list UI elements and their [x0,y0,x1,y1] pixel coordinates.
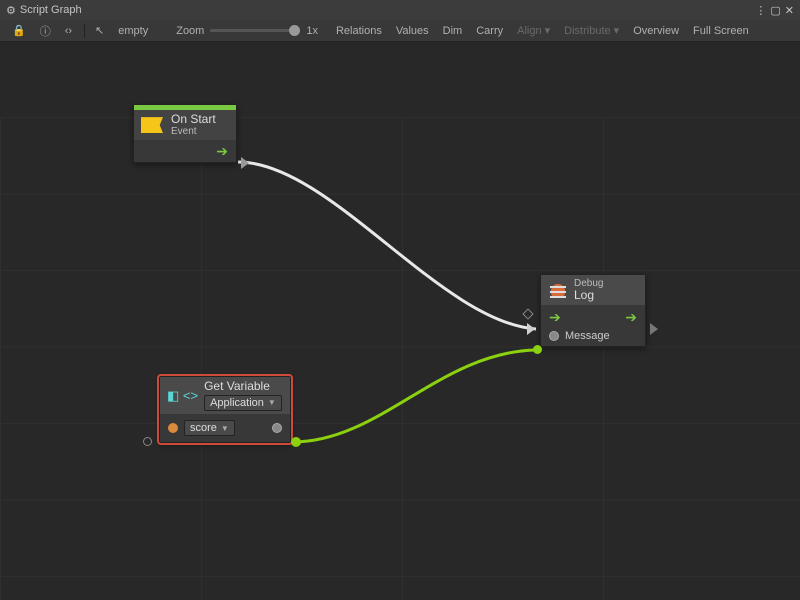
node-get-variable[interactable]: ◧ <> Get Variable Application▼ score▼ [159,376,291,443]
node-debug-log[interactable]: Debug Log ➔ ➔ Message [540,274,646,347]
breadcrumb-label[interactable]: empty [112,23,154,39]
align-dropdown[interactable]: Align ▾ [511,22,556,39]
flow-out-port[interactable]: ➔ [625,309,637,326]
flag-icon [141,117,163,133]
data-input-port-connected[interactable] [533,345,542,354]
node-on-start[interactable]: On Start Event ➔ [133,104,237,163]
value-output-port[interactable] [272,423,282,433]
canvas-grid [0,117,800,600]
close-icon[interactable]: ✕ [785,4,794,17]
zoom-slider[interactable] [210,29,300,32]
carry-button[interactable]: Carry [470,23,509,39]
maximize-icon[interactable]: ▢ [770,4,780,17]
message-label: Message [565,330,610,342]
info-icon[interactable]: ⓘ [34,21,57,41]
value-output-port-connected[interactable] [291,437,301,447]
external-input-port[interactable] [143,437,152,446]
zoom-label: Zoom [176,25,204,37]
distribute-dropdown[interactable]: Distribute ▾ [558,22,625,39]
flow-output-triangle[interactable] [241,157,249,169]
flow-out-port[interactable]: ➔ [216,143,228,160]
node-subtitle: Event [171,126,216,137]
values-button[interactable]: Values [390,23,435,39]
bug-icon [548,281,568,299]
name-input-port[interactable] [168,423,178,433]
lock-icon[interactable]: 🔒 [6,22,32,39]
flow-in-port[interactable]: ➔ [549,309,561,326]
node-title: On Start [171,113,216,126]
graph-icon: ⚙ [6,4,16,17]
overview-button[interactable]: Overview [627,23,685,39]
window-titlebar: ⚙ Script Graph ⋮ ▢ ✕ [0,0,800,20]
node-title: Log [574,289,603,302]
fullscreen-button[interactable]: Full Screen [687,23,755,39]
variable-name-dropdown[interactable]: score▼ [184,420,235,436]
relations-button[interactable]: Relations [330,23,388,39]
message-input-port[interactable] [549,331,559,341]
graph-canvas[interactable]: On Start Event ➔ Debug Log ➔ ➔ Message [0,42,800,600]
zoom-value: 1x [306,25,318,37]
flow-output-triangle[interactable] [650,323,658,335]
variable-scope-dropdown[interactable]: Application▼ [204,395,282,411]
code-icon[interactable]: ‹› [59,23,78,39]
window-title: Script Graph [20,4,82,16]
menu-icon[interactable]: ⋮ [755,4,766,17]
toolbar: 🔒 ⓘ ‹› ↖ empty Zoom 1x Relations Values … [0,20,800,42]
flow-input-triangle[interactable] [527,323,535,335]
variable-icon: ◧ <> [167,388,198,404]
breadcrumb-icon[interactable]: ↖ [89,22,110,39]
node-title: Get Variable [204,380,282,393]
dim-button[interactable]: Dim [437,23,469,39]
